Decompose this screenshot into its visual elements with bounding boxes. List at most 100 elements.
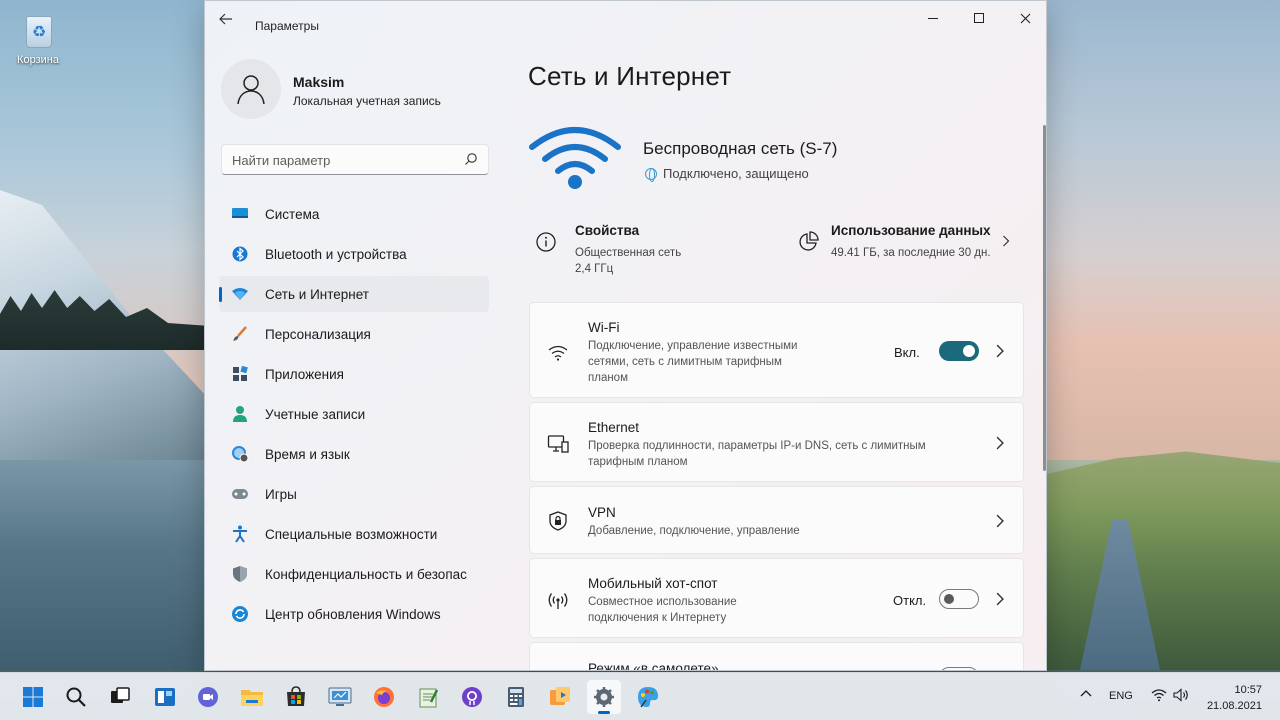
sidebar-item-label: Приложения <box>265 366 344 382</box>
file-explorer-button[interactable] <box>235 680 269 714</box>
notepad-button[interactable] <box>411 680 445 714</box>
sidebar-item-bluetooth[interactable]: Bluetooth и устройства <box>219 236 489 272</box>
sidebar-item-personalization[interactable]: Персонализация <box>219 316 489 352</box>
sidebar-item-label: Специальные возможности <box>265 526 438 542</box>
back-arrow-icon[interactable] <box>219 13 237 27</box>
clock[interactable]: 10:57 21.08.2021 <box>1207 682 1262 714</box>
file-explorer-icon <box>241 690 263 706</box>
widgets-button[interactable] <box>148 680 182 714</box>
paint-button[interactable] <box>631 680 665 714</box>
close-button[interactable] <box>1002 1 1046 35</box>
wifi-toggle[interactable] <box>939 341 979 361</box>
sidebar-item-apps[interactable]: Приложения <box>219 356 489 392</box>
chevron-right-icon <box>996 592 1004 606</box>
taskbar-search-button[interactable] <box>59 680 93 714</box>
store-button[interactable] <box>279 680 313 714</box>
paint-icon <box>638 687 658 708</box>
sidebar-item-accessibility[interactable]: Специальные возможности <box>219 516 489 552</box>
hotspot-toggle[interactable] <box>939 589 979 609</box>
network-status: Подключено, защищено <box>645 166 809 182</box>
sidebar-item-label: Персонализация <box>265 326 371 342</box>
start-button[interactable] <box>16 680 50 714</box>
chevron-right-icon <box>996 344 1004 358</box>
wifi-card[interactable]: Wi-Fi Подключение, управление известными… <box>529 302 1024 398</box>
hotspot-toggle-label: Откл. <box>893 593 927 608</box>
scrollbar[interactable] <box>1043 125 1046 471</box>
network-status-text: Подключено, защищено <box>663 166 809 181</box>
shield-icon <box>231 565 249 583</box>
sidebar-item-time-language[interactable]: Время и язык <box>219 436 489 472</box>
firefox-icon <box>374 687 394 707</box>
sidebar-item-windows-update[interactable]: Центр обновления Windows <box>219 596 489 632</box>
properties-link[interactable]: Свойства Общественная сеть 2,4 ГГц <box>535 221 775 281</box>
wifi-description: Подключение, управление известными сетям… <box>588 340 798 384</box>
calculator-button[interactable] <box>499 680 533 714</box>
wifi-large-icon <box>529 127 621 189</box>
task-view-button[interactable] <box>103 680 137 714</box>
search-icon[interactable] <box>464 152 478 166</box>
settings-window: Параметры Maksim Локальная учетная запис… <box>204 0 1047 671</box>
vpn-title: VPN <box>588 505 616 520</box>
minimize-button[interactable] <box>910 1 956 35</box>
chat-icon <box>198 687 218 707</box>
maximize-button[interactable] <box>956 1 1002 35</box>
notepad-icon <box>419 688 439 708</box>
data-usage-link[interactable]: Использование данных 49.41 ГБ, за послед… <box>797 221 1027 281</box>
chat-button[interactable] <box>191 680 225 714</box>
airplane-toggle[interactable] <box>939 667 979 670</box>
show-hidden-icons-button[interactable] <box>1080 687 1092 704</box>
search-icon <box>66 687 86 707</box>
wifi-toggle-label: Вкл. <box>894 345 920 360</box>
sidebar-item-accounts[interactable]: Учетные записи <box>219 396 489 432</box>
settings-icon <box>594 687 614 707</box>
recycle-bin-shortcut[interactable]: ♻ Корзина <box>10 8 66 78</box>
accessibility-icon <box>231 525 249 543</box>
system-icon <box>231 205 249 223</box>
avatar[interactable] <box>221 59 281 119</box>
network-name: Беспроводная сеть (S-7) <box>643 139 838 158</box>
clock-time: 10:57 <box>1234 684 1262 696</box>
account-type: Локальная учетная запись <box>293 94 441 108</box>
chevron-right-icon <box>1003 235 1010 247</box>
sidebar-item-label: Центр обновления Windows <box>265 606 441 622</box>
language-indicator[interactable]: ENG <box>1109 690 1133 702</box>
media-player-button[interactable] <box>543 680 577 714</box>
firefox-button[interactable] <box>367 680 401 714</box>
hotspot-icon <box>548 593 568 609</box>
time-language-icon <box>231 445 249 463</box>
sidebar-item-label: Bluetooth и устройства <box>265 246 407 262</box>
taskbar: ENG 10:57 21.08.2021 <box>0 672 1280 720</box>
airplane-mode-card[interactable]: Режим «в самолете» <box>529 642 1024 671</box>
brush-icon <box>231 325 249 343</box>
title-bar[interactable]: Параметры <box>205 1 1046 37</box>
wifi-icon <box>1151 689 1167 702</box>
mobile-hotspot-card[interactable]: Мобильный хот-спот Совместное использова… <box>529 558 1024 638</box>
volume-tray-icon[interactable] <box>1173 688 1189 705</box>
github-button[interactable] <box>455 680 489 714</box>
network-tray-icon[interactable] <box>1151 688 1167 705</box>
control-panel-button[interactable] <box>323 680 357 714</box>
ethernet-card[interactable]: Ethernet Проверка подлинности, параметры… <box>529 402 1024 482</box>
page-title: Сеть и Интернет <box>528 61 732 91</box>
search-box[interactable] <box>221 144 489 175</box>
update-icon <box>231 605 249 623</box>
pie-chart-icon <box>799 231 819 251</box>
settings-taskbar-button[interactable] <box>587 680 621 714</box>
sidebar-item-privacy[interactable]: Конфиденциальность и безопас <box>219 556 489 592</box>
data-usage-subtitle: 49.41 ГБ, за последние 30 дн. <box>831 247 991 259</box>
sidebar-item-label: Система <box>265 206 320 222</box>
airplane-title: Режим «в самолете» <box>588 661 719 671</box>
network-band: 2,4 ГГц <box>575 263 614 275</box>
user-icon <box>237 75 265 105</box>
sidebar-item-gaming[interactable]: Игры <box>219 476 489 512</box>
sidebar-item-system[interactable]: Система <box>219 196 489 232</box>
accounts-icon <box>231 405 249 423</box>
search-input[interactable] <box>232 151 452 169</box>
start-icon <box>23 687 43 707</box>
apps-icon <box>231 365 249 383</box>
sidebar-item-network[interactable]: Сеть и Интернет <box>219 276 489 312</box>
wallpaper-sky <box>1045 0 1280 460</box>
network-icon <box>231 285 249 303</box>
properties-subtitle: Общественная сеть 2,4 ГГц <box>575 245 681 277</box>
vpn-card[interactable]: VPN Добавление, подключение, управление <box>529 486 1024 554</box>
